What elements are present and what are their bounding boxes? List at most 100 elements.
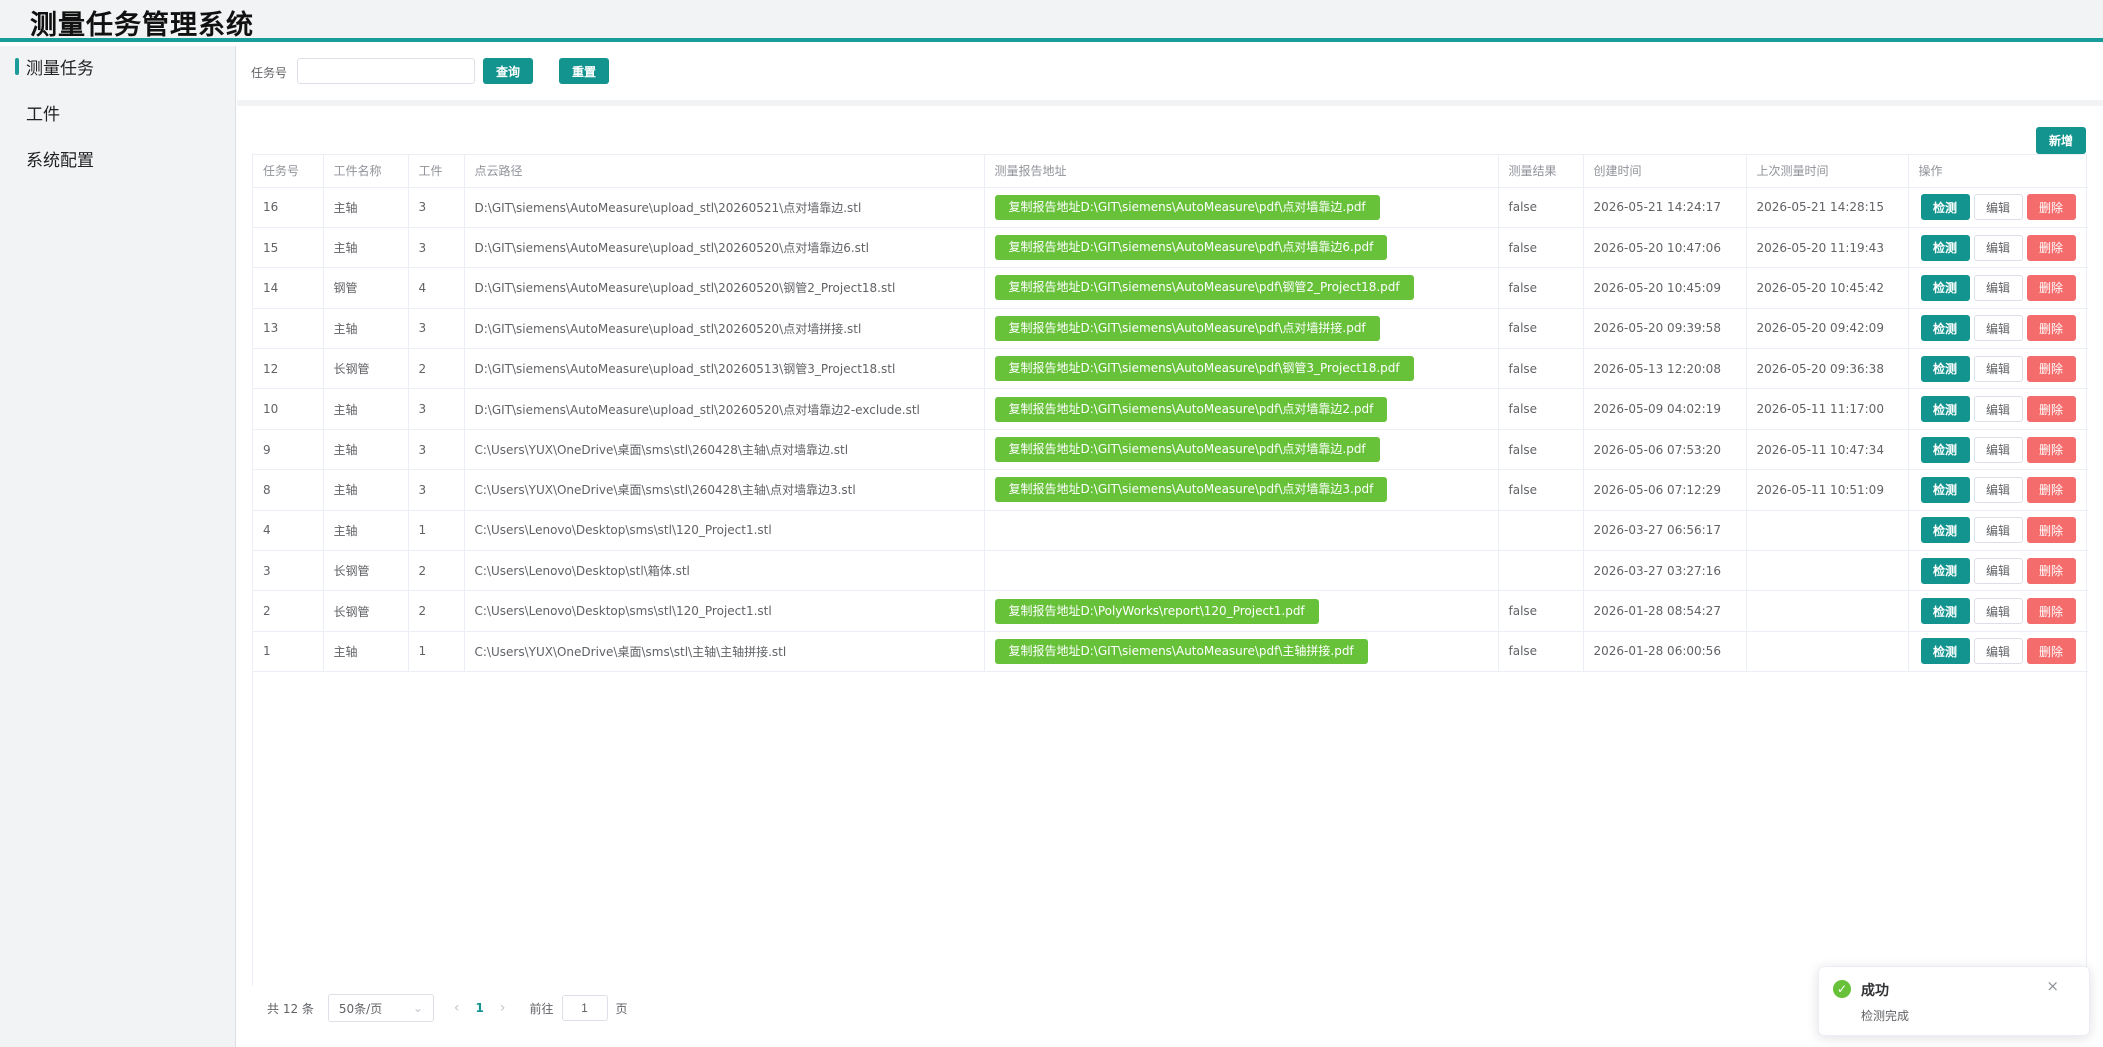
detect-button[interactable]: 检测 [1920,517,1970,544]
sidebar-item-config[interactable]: 系统配置 [0,138,236,178]
header-part-name[interactable]: 工件名称 [323,155,409,188]
page-number-current[interactable]: 1 [476,1001,484,1015]
copy-report-button[interactable]: 复制报告地址D:\GIT\siemens\AutoMeasure\pdf\点对墙… [994,315,1380,341]
next-page-icon[interactable]: › [500,1000,506,1016]
edit-button[interactable]: 编辑 [1973,436,2023,463]
cell-last-measured: 2026-05-21 14:28:15 [1746,187,1909,228]
detect-button[interactable]: 检测 [1920,598,1970,625]
sidebar-item-parts[interactable]: 工件 [0,92,236,132]
copy-report-button[interactable]: 复制报告地址D:\GIT\siemens\AutoMeasure\pdf\点对墙… [994,477,1388,503]
delete-button[interactable]: 删除 [2026,396,2076,423]
detect-button[interactable]: 检测 [1920,557,1970,584]
header-task-id[interactable]: 任务号 [253,155,324,188]
delete-button[interactable]: 删除 [2026,315,2076,342]
cell-task-id: 1 [253,631,324,673]
cell-actions: 检测 编辑 删除 [1908,308,2088,350]
cell-part-name: 长钢管 [323,348,409,390]
detect-button[interactable]: 检测 [1920,476,1970,503]
copy-report-button[interactable]: 复制报告地址D:\GIT\siemens\AutoMeasure\pdf\钢管2… [994,275,1414,301]
edit-button[interactable]: 编辑 [1973,476,2023,503]
cell-created: 2026-05-09 04:02:19 [1583,388,1747,430]
delete-button[interactable]: 删除 [2026,517,2076,544]
cell-part-name: 主轴 [323,429,409,471]
detect-button[interactable]: 检测 [1920,436,1970,463]
cell-result: false [1498,429,1584,471]
cell-cloud-path: D:\GIT\siemens\AutoMeasure\upload_stl\20… [464,187,985,228]
edit-button[interactable]: 编辑 [1973,194,2023,221]
detect-button[interactable]: 检测 [1920,355,1970,382]
edit-button[interactable]: 编辑 [1973,598,2023,625]
page-size-select[interactable]: 50条/页 ⌄ [327,994,434,1022]
table-row: 14 钢管 4 D:\GIT\siemens\AutoMeasure\upload_s… [253,267,2088,309]
delete-button[interactable]: 删除 [2026,355,2076,382]
cell-part: 3 [408,429,465,471]
cell-result: false [1498,388,1584,430]
delete-button[interactable]: 删除 [2026,557,2076,584]
detect-button[interactable]: 检测 [1920,274,1970,301]
cell-created: 2026-01-28 08:54:27 [1583,590,1747,632]
header-cloud-path[interactable]: 点云路径 [464,155,985,188]
delete-button[interactable]: 删除 [2026,476,2076,503]
cell-created: 2026-05-06 07:12:29 [1583,469,1747,511]
notification-message: 检测完成 [1861,1009,1910,1023]
header-report-address[interactable]: 测量报告地址 [984,155,1499,188]
edit-button[interactable]: 编辑 [1973,517,2023,544]
cell-cloud-path: C:\Users\YUX\OneDrive\桌面\sms\stl\260428\… [464,429,985,471]
copy-report-button[interactable]: 复制报告地址D:\GIT\siemens\AutoMeasure\pdf\点对墙… [994,194,1380,220]
add-button[interactable]: 新增 [2036,127,2086,154]
cell-created: 2026-05-20 10:47:06 [1583,227,1747,269]
cell-part: 3 [408,187,465,228]
close-icon[interactable]: × [2046,977,2059,995]
prev-page-icon[interactable]: ‹ [454,1000,460,1016]
delete-button[interactable]: 删除 [2026,194,2076,221]
edit-button[interactable]: 编辑 [1973,274,2023,301]
cell-part-name: 主轴 [323,227,409,269]
reset-button[interactable]: 重置 [559,58,609,84]
edit-button[interactable]: 编辑 [1973,234,2023,261]
cell-actions: 检测 编辑 删除 [1908,631,2088,673]
edit-button[interactable]: 编辑 [1973,355,2023,382]
delete-button[interactable]: 删除 [2026,598,2076,625]
delete-button[interactable]: 删除 [2026,436,2076,463]
cell-cloud-path: C:\Users\Lenovo\Desktop\sms\stl\120_Proj… [464,590,985,632]
detect-button[interactable]: 检测 [1920,234,1970,261]
header-part[interactable]: 工件 [408,155,465,188]
cell-created: 2026-05-20 10:45:09 [1583,267,1747,309]
task-number-input[interactable] [297,58,475,84]
copy-report-button[interactable]: 复制报告地址D:\GIT\siemens\AutoMeasure\pdf\钢管3… [994,356,1414,382]
cell-part: 3 [408,388,465,430]
edit-button[interactable]: 编辑 [1973,396,2023,423]
copy-report-button[interactable]: 复制报告地址D:\GIT\siemens\AutoMeasure\pdf\点对墙… [994,396,1388,422]
cell-part-name: 主轴 [323,308,409,350]
sidebar-item-tasks[interactable]: 测量任务 [0,46,236,86]
cell-part: 3 [408,308,465,350]
copy-report-button[interactable]: 复制报告地址D:\PolyWorks\report\120_Project1.p… [994,598,1319,624]
copy-report-button[interactable]: 复制报告地址D:\GIT\siemens\AutoMeasure\pdf\主轴拼… [994,638,1368,664]
copy-report-button[interactable]: 复制报告地址D:\GIT\siemens\AutoMeasure\pdf\点对墙… [994,235,1388,261]
goto-page-input[interactable] [561,995,608,1021]
query-button[interactable]: 查询 [483,58,533,84]
edit-button[interactable]: 编辑 [1973,315,2023,342]
detect-button[interactable]: 检测 [1920,638,1970,665]
edit-button[interactable]: 编辑 [1973,557,2023,584]
detect-button[interactable]: 检测 [1920,194,1970,221]
goto-label: 前往 [529,1001,554,1016]
header-created[interactable]: 创建时间 [1583,155,1747,188]
detect-button[interactable]: 检测 [1920,315,1970,342]
cell-created: 2026-01-28 06:00:56 [1583,631,1747,673]
delete-button[interactable]: 删除 [2026,638,2076,665]
cell-task-id: 3 [253,550,324,592]
table-row: 10 主轴 3 D:\GIT\siemens\AutoMeasure\upload_s… [253,388,2088,430]
header-result[interactable]: 测量结果 [1498,155,1584,188]
sidebar-item-label: 系统配置 [26,150,94,171]
cell-report-address: 复制报告地址D:\GIT\siemens\AutoMeasure\pdf\点对墙… [984,308,1499,350]
cell-report-address: 复制报告地址D:\PolyWorks\report\120_Project1.p… [984,590,1499,632]
detect-button[interactable]: 检测 [1920,396,1970,423]
cell-cloud-path: C:\Users\YUX\OneDrive\桌面\sms\stl\260428\… [464,469,985,511]
edit-button[interactable]: 编辑 [1973,638,2023,665]
copy-report-button[interactable]: 复制报告地址D:\GIT\siemens\AutoMeasure\pdf\点对墙… [994,437,1380,463]
table-row: 15 主轴 3 D:\GIT\siemens\AutoMeasure\upload_s… [253,227,2088,269]
header-last-measured[interactable]: 上次测量时间 [1746,155,1909,188]
delete-button[interactable]: 删除 [2026,274,2076,301]
delete-button[interactable]: 删除 [2026,234,2076,261]
